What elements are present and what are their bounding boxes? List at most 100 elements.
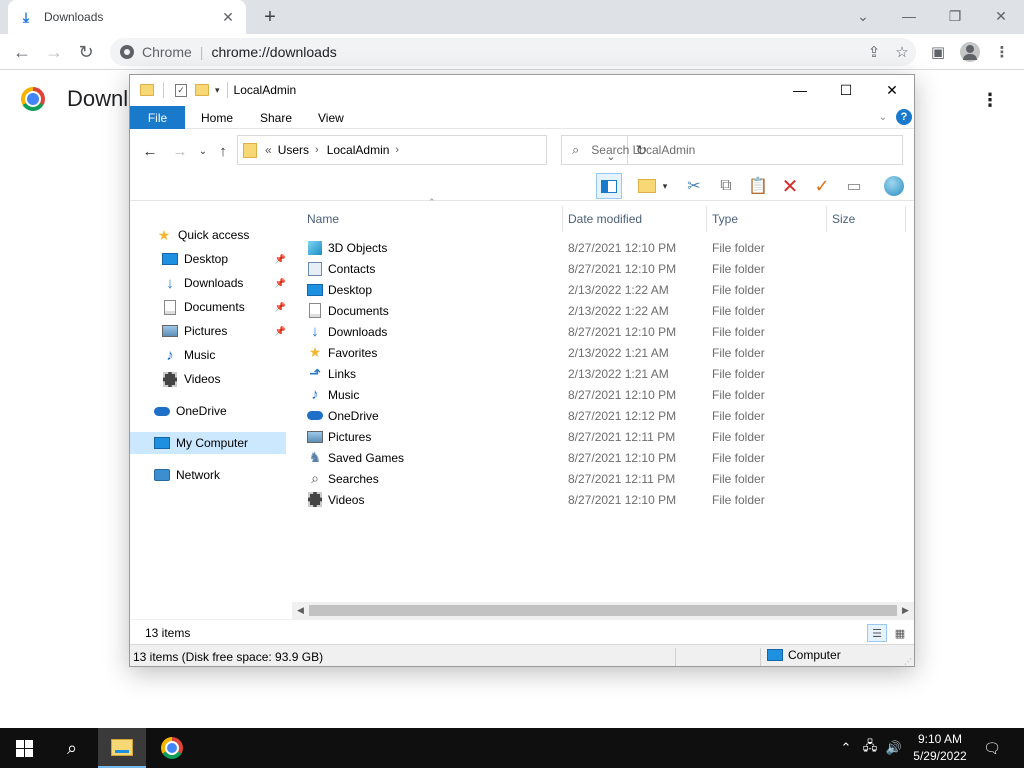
new-folder-icon[interactable] — [195, 84, 209, 96]
globe-icon[interactable] — [881, 173, 907, 199]
nav-item-downloads[interactable]: ↓ Downloads 📌 — [162, 272, 286, 294]
file-row[interactable]: Desktop 2/13/2022 1:22 AM File folder — [300, 279, 900, 300]
taskbar-chrome[interactable] — [148, 728, 196, 768]
new-folder-icon[interactable] — [634, 173, 660, 199]
customize-qa-icon[interactable]: ▾ — [215, 85, 220, 96]
tab-file[interactable]: File — [130, 106, 185, 129]
preview-pane-icon[interactable] — [596, 173, 622, 199]
file-row[interactable]: ⌕ Searches 8/27/2021 12:11 PM File folder — [300, 468, 900, 489]
resize-grip-icon[interactable]: ⋰ — [904, 657, 912, 666]
copy-icon[interactable]: ⧉ — [713, 173, 739, 199]
close-window-button[interactable]: ✕ — [978, 3, 1024, 29]
omnibox[interactable]: Chrome | chrome://downloads ⇪ ☆ — [110, 38, 916, 66]
side-panel-icon[interactable]: ▣ — [924, 38, 952, 66]
paste-icon[interactable]: 📋 — [745, 173, 771, 199]
back-button[interactable]: ← — [140, 141, 160, 161]
breadcrumb-overflow[interactable]: « — [265, 143, 272, 157]
large-icons-view-icon[interactable]: ▦ — [890, 624, 910, 642]
properties-icon[interactable]: ✓ — [175, 83, 187, 97]
file-row[interactable]: ♪ Music 8/27/2021 12:10 PM File folder — [300, 384, 900, 405]
search-button[interactable]: ⌕ — [48, 728, 96, 768]
column-header-type[interactable]: Type — [712, 206, 738, 232]
nav-item-my-computer[interactable]: My Computer — [130, 432, 286, 454]
file-name: Downloads — [328, 324, 388, 339]
chevron-right-icon[interactable]: › — [315, 144, 319, 156]
breadcrumb-localadmin[interactable]: LocalAdmin — [327, 143, 390, 157]
start-button[interactable] — [0, 728, 48, 768]
checkmark-icon[interactable]: ✓ — [809, 173, 835, 199]
file-row[interactable]: Documents 2/13/2022 1:22 AM File folder — [300, 300, 900, 321]
volume-icon[interactable]: 🔊 — [884, 738, 904, 758]
show-hidden-icons-icon[interactable]: ⌃ — [836, 738, 856, 758]
nav-item-desktop[interactable]: Desktop 📌 — [162, 248, 286, 270]
dropdown-icon[interactable]: ▾ — [658, 173, 672, 199]
nav-item-music[interactable]: ♪ Music — [162, 344, 286, 366]
forward-button[interactable]: → — [170, 141, 190, 161]
minimize-button[interactable]: — — [777, 75, 823, 105]
file-row[interactable]: ★ Favorites 2/13/2022 1:21 AM File folder — [300, 342, 900, 363]
file-row[interactable]: ♞ Saved Games 8/27/2021 12:10 PM File folde… — [300, 447, 900, 468]
help-icon[interactable]: ? — [896, 109, 912, 125]
close-button[interactable]: ✕ — [869, 75, 914, 105]
network-tray-icon[interactable]: 🖧 — [860, 738, 880, 758]
new-tab-button[interactable]: + — [258, 5, 282, 29]
file-row[interactable]: Videos 8/27/2021 12:10 PM File folder — [300, 489, 900, 510]
column-separator[interactable] — [706, 206, 707, 232]
nav-item-pictures[interactable]: Pictures 📌 — [162, 320, 286, 342]
scroll-right-icon[interactable]: ▶ — [897, 602, 914, 619]
back-button[interactable]: ← — [8, 38, 36, 66]
search-input[interactable]: ⌕ Search LocalAdmin — [561, 135, 903, 165]
tab-view[interactable]: View — [318, 106, 344, 129]
profile-avatar-icon[interactable] — [956, 38, 984, 66]
file-row[interactable]: 3D Objects 8/27/2021 12:10 PM File folder — [300, 237, 900, 258]
taskbar-explorer[interactable] — [98, 728, 146, 768]
nav-item-quick-access[interactable]: ★ Quick access — [156, 224, 286, 246]
clock[interactable]: 9:10 AM 5/29/2022 — [908, 731, 972, 765]
scroll-left-icon[interactable]: ◀ — [292, 602, 309, 619]
delete-icon[interactable]: ✕ — [777, 173, 803, 199]
file-row[interactable]: ↓ Downloads 8/27/2021 12:10 PM File folder — [300, 321, 900, 342]
recent-locations-icon[interactable]: ⌄ — [193, 141, 213, 161]
scrollbar-thumb[interactable] — [309, 605, 897, 616]
nav-item-videos[interactable]: Videos — [162, 368, 286, 390]
rename-icon[interactable]: ▭ — [841, 173, 867, 199]
notifications-icon[interactable]: 🗨 — [982, 738, 1002, 758]
file-row[interactable]: OneDrive 8/27/2021 12:12 PM File folder — [300, 405, 900, 426]
nav-item-onedrive[interactable]: OneDrive — [154, 400, 286, 422]
column-header-date[interactable]: Date modified — [568, 206, 642, 232]
expand-ribbon-icon[interactable]: ⌄ — [876, 110, 890, 124]
reload-button[interactable]: ↻ — [72, 38, 100, 66]
close-tab-icon[interactable]: ✕ — [220, 9, 236, 25]
file-row[interactable]: Pictures 8/27/2021 12:11 PM File folder — [300, 426, 900, 447]
details-view-icon[interactable]: ☰ — [867, 624, 887, 642]
nav-item-label: OneDrive — [176, 404, 227, 418]
column-separator[interactable] — [562, 206, 563, 232]
maximize-button[interactable]: ☐ — [823, 75, 869, 105]
share-icon[interactable]: ⇪ — [860, 38, 888, 66]
breadcrumb-users[interactable]: Users — [278, 143, 309, 157]
tab-home[interactable]: Home — [201, 106, 233, 129]
column-header-name[interactable]: Name — [307, 206, 339, 232]
chevron-right-icon[interactable]: › — [395, 144, 399, 156]
nav-item-documents[interactable]: Documents 📌 — [162, 296, 286, 318]
link-arrow-icon: ⬏ — [309, 365, 321, 381]
column-separator[interactable] — [905, 206, 906, 232]
page-menu-icon[interactable]: ⋮ — [980, 88, 1000, 112]
tab-search-icon[interactable]: ⌄ — [840, 3, 886, 29]
bookmark-star-icon[interactable]: ☆ — [888, 38, 916, 66]
address-bar[interactable]: « Users › LocalAdmin › ⌄ ↻ — [237, 135, 647, 165]
tab-share[interactable]: Share — [260, 106, 292, 129]
minimize-button[interactable]: — — [886, 3, 932, 29]
chrome-menu-icon[interactable]: ⋮ — [988, 38, 1016, 66]
cut-icon[interactable]: ✂ — [681, 173, 707, 199]
up-button[interactable]: ↑ — [213, 141, 233, 161]
file-row[interactable]: ⬏ Links 2/13/2022 1:21 AM File folder — [300, 363, 900, 384]
column-header-size[interactable]: Size — [832, 206, 855, 232]
nav-item-network[interactable]: Network — [154, 464, 286, 486]
column-separator[interactable] — [826, 206, 827, 232]
tab-downloads[interactable]: ⤓ Downloads ✕ — [8, 0, 246, 34]
horizontal-scrollbar[interactable]: ◀ ▶ — [292, 602, 914, 619]
forward-button[interactable]: → — [40, 38, 68, 66]
restore-button[interactable]: ❐ — [932, 3, 978, 29]
file-row[interactable]: Contacts 8/27/2021 12:10 PM File folder — [300, 258, 900, 279]
